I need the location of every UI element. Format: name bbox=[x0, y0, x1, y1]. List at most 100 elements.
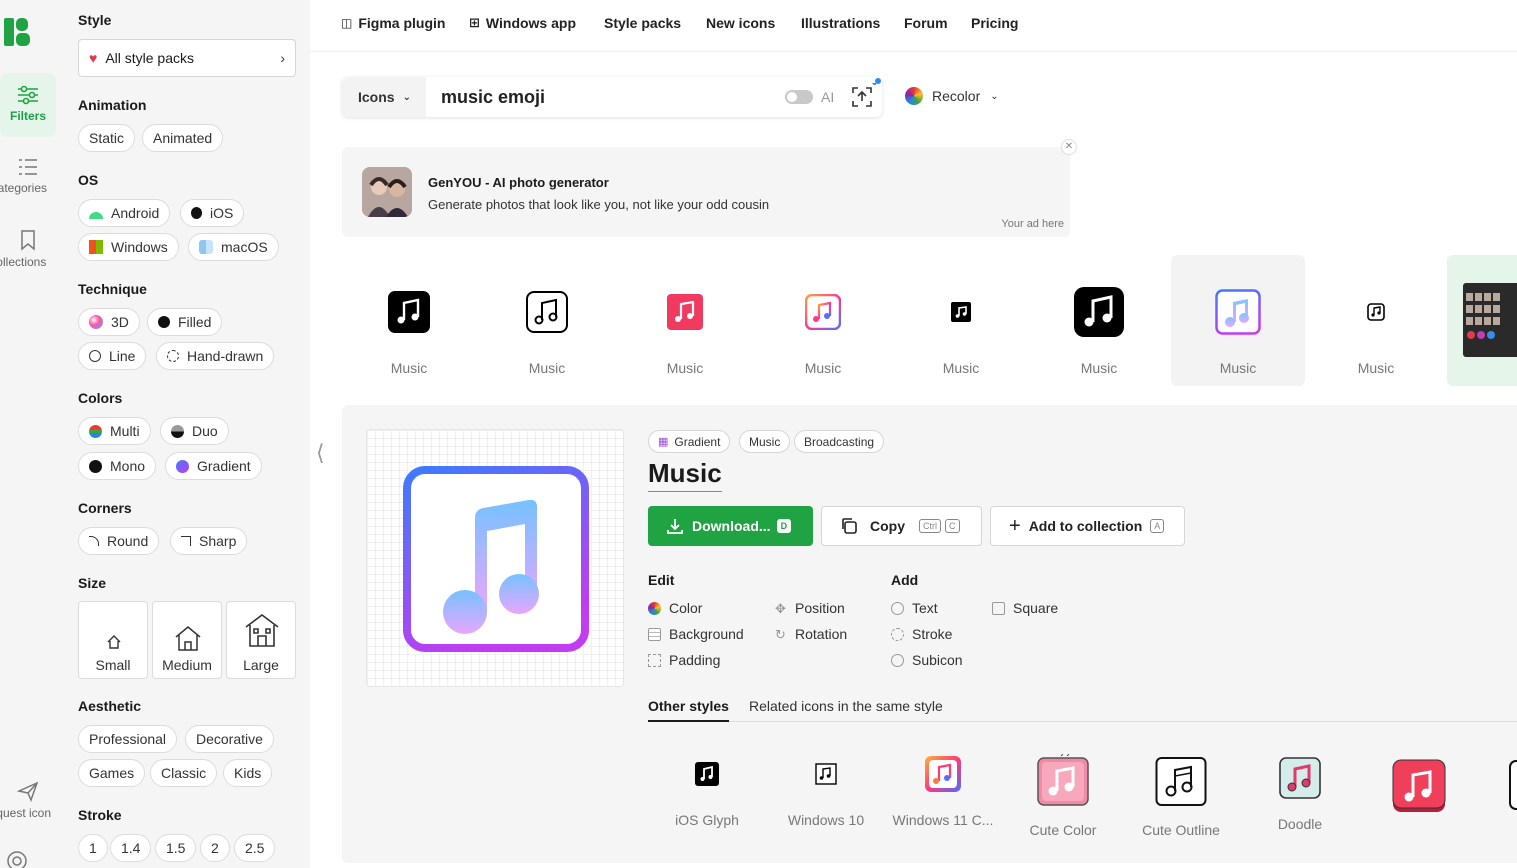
music-partial-icon[interactable] bbox=[1508, 760, 1517, 810]
add-stroke[interactable]: Stroke bbox=[891, 626, 952, 642]
chip-macos[interactable]: macOS bbox=[188, 233, 279, 261]
ai-toggle[interactable] bbox=[785, 90, 813, 104]
ad-banner[interactable]: GenYOU - AI photo generator Generate pho… bbox=[342, 147, 1070, 237]
chip-windows[interactable]: Windows bbox=[78, 233, 179, 261]
brand-logo-icon[interactable] bbox=[4, 18, 30, 46]
size-small[interactable]: Small bbox=[78, 601, 148, 679]
chip-hand-drawn[interactable]: Hand-drawn bbox=[156, 342, 275, 370]
nav-pricing[interactable]: Pricing bbox=[971, 15, 1018, 31]
nav-style-packs[interactable]: Style packs bbox=[604, 15, 681, 31]
search-type-select[interactable]: Icons ⌄ bbox=[342, 77, 426, 117]
promo-collage-image bbox=[1463, 283, 1517, 357]
result-item[interactable]: Music bbox=[618, 255, 752, 386]
chip-decorative[interactable]: Decorative bbox=[185, 725, 274, 753]
chip-gradient[interactable]: Gradient bbox=[165, 452, 262, 480]
chip-sharp[interactable]: Sharp bbox=[170, 527, 248, 555]
other-style-item[interactable]: Cute Outline bbox=[1122, 750, 1240, 838]
tab-other-styles[interactable]: Other styles bbox=[648, 698, 729, 722]
chip-stroke-1-4[interactable]: 1.4 bbox=[110, 834, 152, 862]
chip-stroke-2[interactable]: 2 bbox=[200, 834, 230, 862]
chip-round[interactable]: Round bbox=[78, 527, 160, 555]
tab-related-icons[interactable]: Related icons in the same style bbox=[749, 698, 943, 722]
chip-stroke-1-5[interactable]: 1.5 bbox=[155, 834, 197, 862]
add-to-collection-label: Add to collection bbox=[1028, 518, 1143, 534]
chip-static[interactable]: Static bbox=[78, 124, 136, 152]
other-style-item[interactable]: Cute Color bbox=[1004, 750, 1122, 838]
chip-filled[interactable]: Filled bbox=[147, 308, 223, 336]
rail-item-request[interactable]: Request icon bbox=[0, 780, 56, 820]
download-button[interactable]: Download... D bbox=[648, 506, 813, 546]
result-item[interactable]: Music bbox=[894, 255, 1028, 386]
nav-forum[interactable]: Forum bbox=[904, 15, 948, 31]
size-large-label: Large bbox=[243, 657, 279, 673]
chip-3d[interactable]: 3D bbox=[78, 308, 140, 336]
image-search-icon[interactable] bbox=[848, 83, 876, 111]
edit-padding[interactable]: Padding bbox=[648, 652, 720, 668]
edit-color[interactable]: Color bbox=[648, 600, 702, 616]
chip-duo[interactable]: Duo bbox=[160, 417, 229, 445]
mono-icon bbox=[89, 459, 102, 473]
chip-classic[interactable]: Classic bbox=[150, 759, 218, 787]
result-item[interactable]: Music bbox=[480, 255, 614, 386]
chip-multi[interactable]: Multi bbox=[78, 417, 151, 445]
add-text[interactable]: Text bbox=[891, 600, 938, 616]
other-style-label: Windows 11 C... bbox=[892, 812, 994, 828]
finder-icon bbox=[199, 240, 213, 254]
tag-broadcasting[interactable]: Broadcasting bbox=[794, 430, 885, 453]
result-item-selected[interactable]: Music bbox=[1171, 255, 1305, 386]
chip-stroke-1[interactable]: 1 bbox=[78, 834, 108, 862]
chip-games[interactable]: Games bbox=[78, 759, 146, 787]
tag-music[interactable]: Music bbox=[739, 430, 791, 453]
nav-illustrations[interactable]: Illustrations bbox=[801, 15, 880, 31]
other-style-item[interactable] bbox=[1360, 756, 1478, 816]
other-style-item[interactable]: Windows 10 bbox=[767, 744, 885, 828]
result-item[interactable]: Music bbox=[1309, 255, 1443, 386]
chip-line[interactable]: Line bbox=[78, 342, 147, 370]
edit-rotation[interactable]: ↻ Rotation bbox=[774, 626, 847, 642]
rail-item-categories[interactable]: Categories bbox=[0, 157, 56, 195]
add-subicon[interactable]: Subicon bbox=[891, 652, 963, 668]
edit-position-label: Position bbox=[795, 600, 845, 616]
chip-kids[interactable]: Kids bbox=[223, 759, 273, 787]
edit-background[interactable]: Background bbox=[648, 626, 744, 642]
style-pack-select[interactable]: ♥ All style packs › bbox=[78, 39, 296, 77]
icon-preview bbox=[366, 429, 624, 687]
size-large[interactable]: Large bbox=[226, 601, 296, 679]
nav-windows-app[interactable]: ⊞ Windows app bbox=[469, 15, 576, 31]
chip-stroke-2-5[interactable]: 2.5 bbox=[234, 834, 276, 862]
edit-position[interactable]: ✥ Position bbox=[774, 600, 845, 616]
recolor-button[interactable]: Recolor ⌄ bbox=[905, 87, 999, 105]
tag-gradient[interactable]: ▦ Gradient bbox=[648, 430, 731, 453]
copy-button[interactable]: Copy Ctrl C bbox=[821, 506, 982, 546]
size-medium[interactable]: Medium bbox=[152, 601, 222, 679]
result-label: Music bbox=[804, 360, 842, 376]
download-icon bbox=[667, 519, 683, 534]
music-windows11-color-icon bbox=[925, 756, 961, 792]
add-to-collection-button[interactable]: + Add to collection A bbox=[990, 506, 1185, 546]
other-style-item[interactable]: iOS Glyph bbox=[648, 744, 766, 828]
add-square[interactable]: Square bbox=[992, 600, 1058, 616]
chip-android[interactable]: Android bbox=[78, 199, 171, 227]
multicolor-icon bbox=[89, 424, 102, 438]
chip-animated[interactable]: Animated bbox=[142, 124, 224, 152]
result-item[interactable]: Music bbox=[1032, 255, 1166, 386]
sliders-icon bbox=[18, 85, 38, 105]
chip-professional[interactable]: Professional bbox=[78, 725, 178, 753]
close-icon[interactable]: ✕ bbox=[1061, 139, 1077, 155]
chip-ios[interactable]: iOS bbox=[180, 199, 245, 227]
promo-card[interactable] bbox=[1447, 255, 1517, 386]
padding-icon bbox=[648, 653, 661, 667]
help-icon[interactable] bbox=[6, 850, 28, 868]
nav-new-icons[interactable]: New icons bbox=[706, 15, 775, 31]
result-item[interactable]: Music bbox=[756, 255, 890, 386]
nav-figma-plugin[interactable]: ◫ Figma plugin bbox=[341, 15, 445, 31]
chip-mono[interactable]: Mono bbox=[78, 452, 157, 480]
rail-item-collections[interactable]: Collections bbox=[0, 229, 56, 269]
other-style-item[interactable]: Doodle bbox=[1241, 748, 1359, 832]
collapse-arrow-icon[interactable]: ⟨ bbox=[316, 440, 325, 466]
search-input[interactable] bbox=[441, 85, 761, 109]
ad-footer[interactable]: Your ad here bbox=[1001, 218, 1064, 230]
other-style-item[interactable]: Windows 11 C... bbox=[884, 744, 1002, 828]
result-item[interactable]: Music bbox=[342, 255, 476, 386]
rail-item-filters[interactable]: Filters bbox=[0, 73, 56, 137]
